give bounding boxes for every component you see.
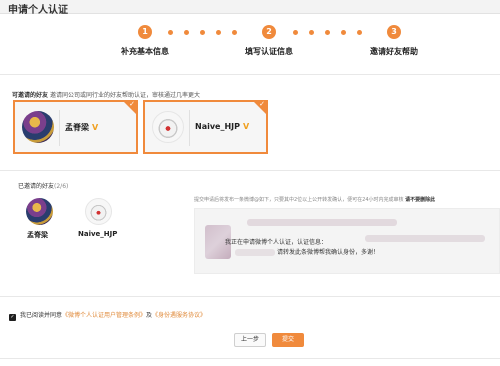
card-divider [189,110,190,146]
invited-friend-name: Naive_HJP [78,230,118,238]
invite-tip: 可邀请的好友 邀请同公司或同行业的好友帮助认证，审核通过几率更大 [12,90,200,99]
step-dot [341,30,346,35]
agree-checkbox[interactable]: ✓ [9,314,16,321]
card-divider [59,110,60,146]
divider [0,358,500,359]
step-dot [309,30,314,35]
page-header: 申请个人认证 [0,0,500,16]
share-preview: 我正在申请微博个人认证，认证信息： 请转发此条微博帮我确认身份，多谢！ [194,208,500,274]
verified-badge-icon: V [243,122,250,131]
notice-text: 提交申请后将发布一条微博@如下，只要其中2位以上公开转发确认，便可在24小时内完… [194,196,435,203]
share-line-1: 我正在申请微博个人认证，认证信息： [225,239,328,246]
notice-body: 提交申请后将发布一条微博@如下，只要其中2位以上公开转发确认，便可在24小时内完… [194,197,404,203]
step-1-label: 补充基本信息 [121,47,169,56]
agree-prefix: 我已阅读并同意 [20,312,63,319]
step-2-label: 填写认证信息 [245,47,293,56]
blurred-text [365,235,485,242]
friend-name-text: Naive_HJP [195,122,241,131]
step-dot [184,30,189,35]
terms-link-1[interactable]: 《微博个人认证用户管理条例》 [62,312,146,319]
step-dot [216,30,221,35]
step-3-circle: 3 [387,25,401,39]
step-1-circle: 1 [138,25,152,39]
step-dot [357,30,362,35]
agreement-row: ✓ 我已阅读并同意《微博个人认证用户管理条例》及《身份遇服务协议》 [9,310,206,321]
terms-link-2[interactable]: 《身份遇服务协议》 [152,312,206,319]
friend-card-name: Naive_HJP V [195,122,249,131]
step-dot [200,30,205,35]
share-line-2: 请转发此条微博帮我确认身份，多谢！ [277,249,380,256]
friend-name-text: 孟脊梁 [65,123,89,132]
avatar [26,198,53,225]
divider [0,296,500,297]
check-icon: ✓ [129,100,135,108]
step-2-circle: 2 [262,25,276,39]
friend-card-selected[interactable]: ✓ Naive_HJP V [143,100,268,154]
verified-badge-icon: V [92,123,99,132]
step-dot [168,30,173,35]
step-dot [232,30,237,35]
page-title: 申请个人认证 [8,5,68,16]
avatar [152,111,184,143]
avatar [85,198,112,225]
prev-button[interactable]: 上一步 [234,333,266,347]
step-dot [325,30,330,35]
invited-friend-name: 孟脊梁 [27,231,48,239]
invite-tip-text: 邀请同公司或同行业的好友帮助认证，审核通过几率更大 [49,92,200,99]
notice-link[interactable]: 请不要删除此 [405,197,435,203]
friend-card-name: 孟脊梁 V [65,122,98,133]
blurred-text [247,219,397,226]
step-3-label: 邀请好友帮助 [370,47,418,56]
progress-steps: 1 2 3 补充基本信息 填写认证信息 邀请好友帮助 [0,22,500,62]
check-icon: ✓ [259,100,265,108]
blurred-text [235,249,275,256]
invited-count: (2/6) [54,183,69,190]
divider [0,74,500,75]
invite-tip-label: 可邀请的好友 [12,92,49,99]
divider [0,170,500,171]
invited-title-text: 已邀请的好友 [18,183,55,190]
submit-button[interactable]: 提交 [272,333,304,347]
invited-friends-title: 已邀请的好友(2/6) [18,181,68,190]
friend-card-selected[interactable]: ✓ 孟脊梁 V [13,100,138,154]
step-dot [293,30,298,35]
avatar [22,111,54,143]
